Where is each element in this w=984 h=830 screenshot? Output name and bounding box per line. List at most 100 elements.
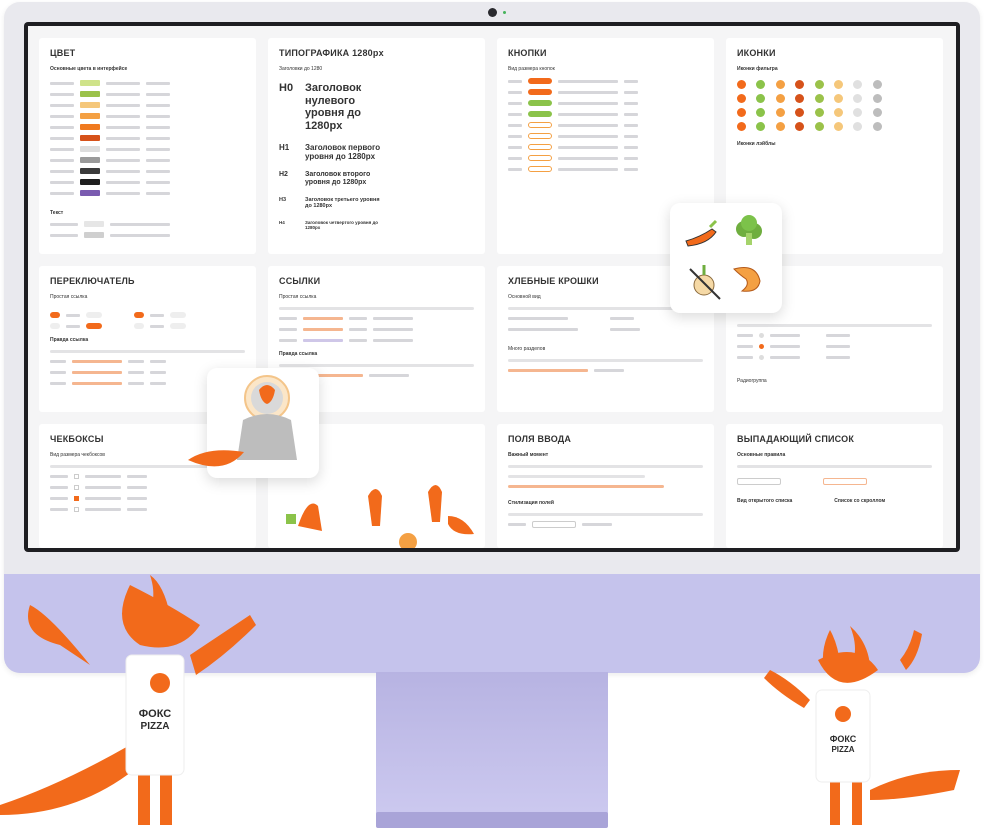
- link-sample[interactable]: [303, 316, 343, 320]
- button-row: [508, 78, 703, 84]
- filter-icon: [756, 94, 766, 103]
- shrimp-icon: [733, 267, 761, 292]
- fox-mascot-right: ФОКС PIZZA: [764, 626, 960, 825]
- toggle-on[interactable]: [134, 312, 144, 318]
- card-title: ССЫЛКИ: [279, 276, 321, 286]
- card-subtitle: Основные правила: [737, 452, 786, 458]
- color-swatch: [80, 157, 100, 163]
- color-swatch: [80, 146, 100, 152]
- card-subtitle: Вид открытого списка: [737, 498, 793, 504]
- heading-row: H4 Заголовок четвертого уровня до 1280px: [279, 220, 474, 230]
- sample-button[interactable]: [528, 100, 552, 106]
- filter-icon: [795, 122, 805, 131]
- filter-icon: [814, 122, 824, 131]
- sample-button[interactable]: [528, 144, 552, 150]
- inputs-card: ПОЛЯ ВВОДА Важный момент Стилизация поле…: [497, 424, 714, 548]
- filter-icon: [872, 108, 882, 117]
- filter-icon: [853, 94, 863, 103]
- card-subtitle: Много разделов: [508, 346, 546, 352]
- swatch-row: [50, 124, 245, 130]
- card-title: КНОПКИ: [508, 48, 547, 58]
- icon-grid: [737, 80, 887, 131]
- ingredient-icons-popup: [670, 203, 782, 313]
- dropdown-select[interactable]: [737, 477, 781, 485]
- card-subtitle: Радиогруппа: [737, 378, 767, 384]
- filter-icon: [737, 94, 746, 103]
- card-title: ИКОНКИ: [737, 48, 776, 58]
- toggle-on[interactable]: [50, 312, 60, 318]
- sample-button[interactable]: [528, 166, 552, 172]
- color-swatch: [80, 113, 100, 119]
- svg-text:PIZZA: PIZZA: [831, 745, 854, 754]
- link-sample[interactable]: [303, 338, 343, 342]
- color-swatch: [80, 168, 100, 174]
- card-subtitle: Простая ссылка: [50, 294, 88, 300]
- filter-icon: [872, 122, 882, 131]
- svg-text:ФОКС: ФОКС: [830, 734, 857, 744]
- input-field[interactable]: [532, 520, 576, 528]
- filter-icon: [833, 80, 843, 89]
- checkbox[interactable]: [74, 484, 79, 490]
- checkbox[interactable]: [74, 473, 79, 479]
- swatch-row: [50, 157, 245, 163]
- heading-sample: Заголовок нулевого уровня до 1280px: [305, 82, 362, 132]
- sample-button[interactable]: [528, 78, 552, 84]
- button-row: [508, 144, 703, 150]
- heading-label: H2: [279, 170, 288, 178]
- screen: ЦВЕТ Основные цвета в интерфейсе Текст Т…: [28, 26, 956, 548]
- swatch-row: [50, 135, 245, 141]
- filter-icon: [775, 122, 785, 131]
- swatch-row: [50, 91, 245, 97]
- link-sample[interactable]: [303, 327, 343, 331]
- swatch-row: [50, 113, 245, 119]
- sample-button[interactable]: [528, 89, 552, 95]
- checkbox-checked[interactable]: [74, 495, 79, 501]
- card-title: ТИПОГРАФИКА 1280px: [279, 48, 384, 58]
- filter-icon: [775, 80, 785, 89]
- fox-tail: [188, 450, 244, 467]
- toggle-on[interactable]: [86, 323, 102, 329]
- radio-selected[interactable]: [759, 343, 764, 349]
- dropdown-select[interactable]: [823, 477, 867, 485]
- heading-row: H3 Заголовок третьего уровня до 1280px: [279, 197, 474, 210]
- toggle[interactable]: [134, 323, 144, 329]
- toggle[interactable]: [170, 312, 186, 318]
- toggle[interactable]: [86, 312, 102, 318]
- sample-button[interactable]: [528, 122, 552, 128]
- swatch-row: [50, 80, 245, 86]
- filter-icon: [756, 108, 766, 117]
- color-swatch: [80, 124, 100, 130]
- swatch-row: [50, 146, 245, 152]
- button-samples: [508, 78, 703, 172]
- color-swatch: [80, 179, 100, 185]
- svg-text:PIZZA: PIZZA: [141, 721, 170, 732]
- filter-icon: [737, 80, 746, 89]
- swatch-row: [50, 168, 245, 174]
- monitor-stand-foot: [376, 812, 608, 828]
- sample-button[interactable]: [528, 155, 552, 161]
- heading-sample: Заголовок третьего уровня до 1280px: [305, 197, 380, 210]
- heading-label: H1: [279, 142, 290, 152]
- sample-button[interactable]: [528, 133, 552, 139]
- checkbox[interactable]: [74, 506, 79, 512]
- apron-logo-text: ФОКС: [139, 708, 172, 720]
- filter-icon: [795, 80, 805, 89]
- filter-icon: [775, 108, 785, 117]
- swatch-row: [50, 179, 245, 185]
- filter-icon: [737, 108, 746, 117]
- card-subtitle: Заголовки до 1280: [279, 66, 323, 72]
- heading-sample: Заголовок первого уровня до 1280px: [305, 142, 381, 161]
- button-row: [508, 89, 703, 95]
- toggle[interactable]: [170, 323, 186, 329]
- heading-label: H0: [279, 82, 294, 94]
- filter-icon: [853, 108, 863, 117]
- toggle[interactable]: [50, 323, 60, 329]
- sample-button[interactable]: [528, 111, 552, 117]
- filter-icon: [833, 94, 843, 103]
- card-subtitle: Простая ссылка: [279, 294, 317, 300]
- filter-icon: [814, 94, 824, 103]
- filter-icon: [756, 80, 766, 89]
- filter-icon: [814, 80, 824, 89]
- filter-icon: [795, 108, 805, 117]
- fox-logo-icon: [150, 673, 170, 693]
